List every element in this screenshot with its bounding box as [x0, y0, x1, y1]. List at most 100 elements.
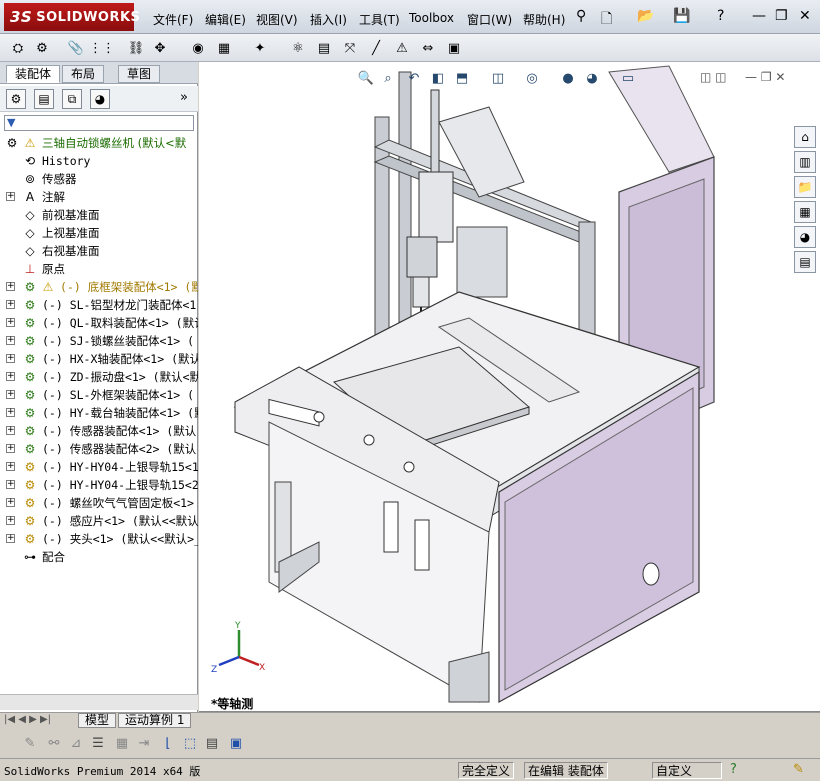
expand-icon[interactable]: +: [6, 318, 15, 327]
tab-layout[interactable]: 布局: [62, 65, 105, 83]
menu-window[interactable]: 窗口(W): [467, 11, 512, 28]
tab-model[interactable]: 模型: [78, 713, 117, 728]
tree-filter-input[interactable]: ▼: [4, 115, 194, 131]
table-icon[interactable]: ▤: [202, 733, 222, 753]
expand-icon[interactable]: +: [6, 192, 15, 201]
exploded-view-icon[interactable]: ⤧: [340, 38, 360, 58]
expand-icon[interactable]: +: [6, 372, 15, 381]
tree-horizontal-scrollbar[interactable]: [0, 694, 198, 710]
assembly-icon: ⚙: [24, 334, 36, 348]
expand-icon[interactable]: +: [6, 408, 15, 417]
split-view-icon[interactable]: ◫ ◫: [700, 70, 727, 84]
edit-component-icon[interactable]: ⛭: [8, 38, 28, 58]
svg-text:Y: Y: [234, 621, 241, 631]
previous-view-icon[interactable]: ↶: [405, 70, 423, 88]
sketch-icon[interactable]: ✎: [20, 733, 40, 753]
help-question-icon[interactable]: ?: [717, 8, 724, 24]
expand-icon[interactable]: +: [6, 516, 15, 525]
open-folder-icon[interactable]: 📂: [637, 8, 654, 24]
svg-text:Z: Z: [211, 665, 217, 675]
reference-geometry-icon[interactable]: ✦: [250, 38, 270, 58]
assembly-features-icon[interactable]: ▦: [214, 38, 234, 58]
expand-icon[interactable]: +: [6, 336, 15, 345]
align-icon[interactable]: ⇥: [134, 733, 154, 753]
menu-file[interactable]: 文件(F): [153, 11, 193, 28]
solidworks-resources-icon[interactable]: ⌂: [794, 126, 816, 148]
edit-appearance-icon[interactable]: ●: [559, 70, 577, 88]
graphics-viewport[interactable]: Y X Z *等轴测: [199, 62, 820, 712]
expand-icon[interactable]: +: [6, 498, 15, 507]
expand-icon[interactable]: +: [6, 462, 15, 471]
expand-icon[interactable]: +: [6, 444, 15, 453]
save-view-icon[interactable]: ▣: [226, 733, 246, 753]
file-explorer-icon[interactable]: 📁: [794, 176, 816, 198]
corner-icon[interactable]: ⌊: [158, 733, 178, 753]
help-icon[interactable]: ?: [730, 762, 737, 777]
view-settings-icon[interactable]: ▭: [619, 70, 637, 88]
status-fully-defined: 完全定义: [458, 762, 515, 779]
mate-icon[interactable]: 📎: [66, 38, 86, 58]
expand-icon[interactable]: +: [6, 300, 15, 309]
new-document-icon[interactable]: 🗋: [601, 8, 612, 32]
save-icon[interactable]: 💾: [673, 8, 690, 24]
status-units[interactable]: 自定义: [652, 762, 722, 779]
expand-icon[interactable]: +: [6, 426, 15, 435]
view-orientation-icon[interactable]: ⬒: [453, 70, 471, 88]
rebuild-icon[interactable]: ✎: [793, 762, 804, 777]
linear-pattern-icon[interactable]: ⋮⋮: [89, 38, 115, 58]
tab-assembly[interactable]: 装配体: [6, 65, 61, 83]
show-hidden-icon[interactable]: ◉: [188, 38, 208, 58]
tab-sketch[interactable]: 草图: [118, 65, 161, 83]
appearances-scenes-icon[interactable]: ◕: [794, 226, 816, 248]
menu-insert[interactable]: 插入(I): [310, 11, 347, 28]
assembly-icon: ⚙: [24, 352, 36, 366]
insert-component-icon[interactable]: ⚙: [32, 38, 52, 58]
box-3d-icon[interactable]: ⬚: [180, 733, 200, 753]
expand-icon[interactable]: +: [6, 480, 15, 489]
view-palette-icon[interactable]: ▦: [794, 201, 816, 223]
tab-motion-study[interactable]: 运动算例 1: [118, 713, 192, 728]
expand-icon[interactable]: +: [6, 354, 15, 363]
hide-show-items-icon[interactable]: ◎: [523, 70, 541, 88]
move-component-icon[interactable]: ✥: [150, 38, 170, 58]
expand-icon[interactable]: +: [6, 534, 15, 543]
smart-dimension-icon[interactable]: ⚯: [44, 733, 64, 753]
tree-item-label: (-) HX-X轴装配体<1> (默认: [42, 352, 198, 366]
pin-icon[interactable]: ⚲: [576, 8, 586, 24]
tab-scroll-arrows-icon[interactable]: |◀ ◀ ▶ ▶|: [4, 714, 51, 725]
smart-fasteners-icon[interactable]: ⛓: [126, 38, 146, 58]
zoom-area-icon[interactable]: ⌕: [379, 70, 397, 88]
display-manager-icon[interactable]: ◕: [90, 89, 110, 109]
property-manager-icon[interactable]: ▤: [34, 89, 54, 109]
grid-icon[interactable]: ▦: [112, 733, 132, 753]
solidworks-logo[interactable]: 3S SOLIDWORKS: [4, 3, 140, 31]
minimize-icon[interactable]: —: [752, 8, 766, 24]
expand-chevron-icon[interactable]: »: [180, 90, 188, 105]
custom-properties-icon[interactable]: ▤: [794, 251, 816, 273]
configuration-manager-icon[interactable]: ⧉: [62, 89, 82, 109]
explode-line-sketch-icon[interactable]: ╱: [366, 38, 386, 58]
instant3d-icon[interactable]: ▣: [444, 38, 464, 58]
bill-of-materials-icon[interactable]: ▤: [314, 38, 334, 58]
menu-toolbox[interactable]: Toolbox: [409, 11, 454, 25]
new-motion-study-icon[interactable]: ⚛: [288, 38, 308, 58]
lines-icon[interactable]: ☰: [88, 733, 108, 753]
menu-help[interactable]: 帮助(H): [523, 11, 565, 28]
clearance-verification-icon[interactable]: ⇔: [418, 38, 438, 58]
menu-tools[interactable]: 工具(T): [359, 11, 400, 28]
feature-manager-icon[interactable]: ⚙: [6, 89, 26, 109]
section-view-icon[interactable]: ◧: [429, 70, 447, 88]
restore-icon[interactable]: ❐: [775, 8, 788, 24]
apply-scene-icon[interactable]: ◕: [583, 70, 601, 88]
interference-detection-icon[interactable]: ⚠: [392, 38, 412, 58]
menu-edit[interactable]: 编辑(E): [205, 11, 246, 28]
viewport-window-controls-icon[interactable]: — ❐ ✕: [745, 70, 785, 84]
close-icon[interactable]: ✕: [799, 8, 811, 24]
zoom-to-fit-icon[interactable]: 🔍: [357, 70, 375, 88]
menu-view[interactable]: 视图(V): [256, 11, 298, 28]
expand-icon[interactable]: +: [6, 390, 15, 399]
design-library-icon[interactable]: ▥: [794, 151, 816, 173]
expand-icon[interactable]: +: [6, 282, 15, 291]
dimension-icon[interactable]: ⊿: [66, 733, 86, 753]
display-style-icon[interactable]: ◫: [489, 70, 507, 88]
